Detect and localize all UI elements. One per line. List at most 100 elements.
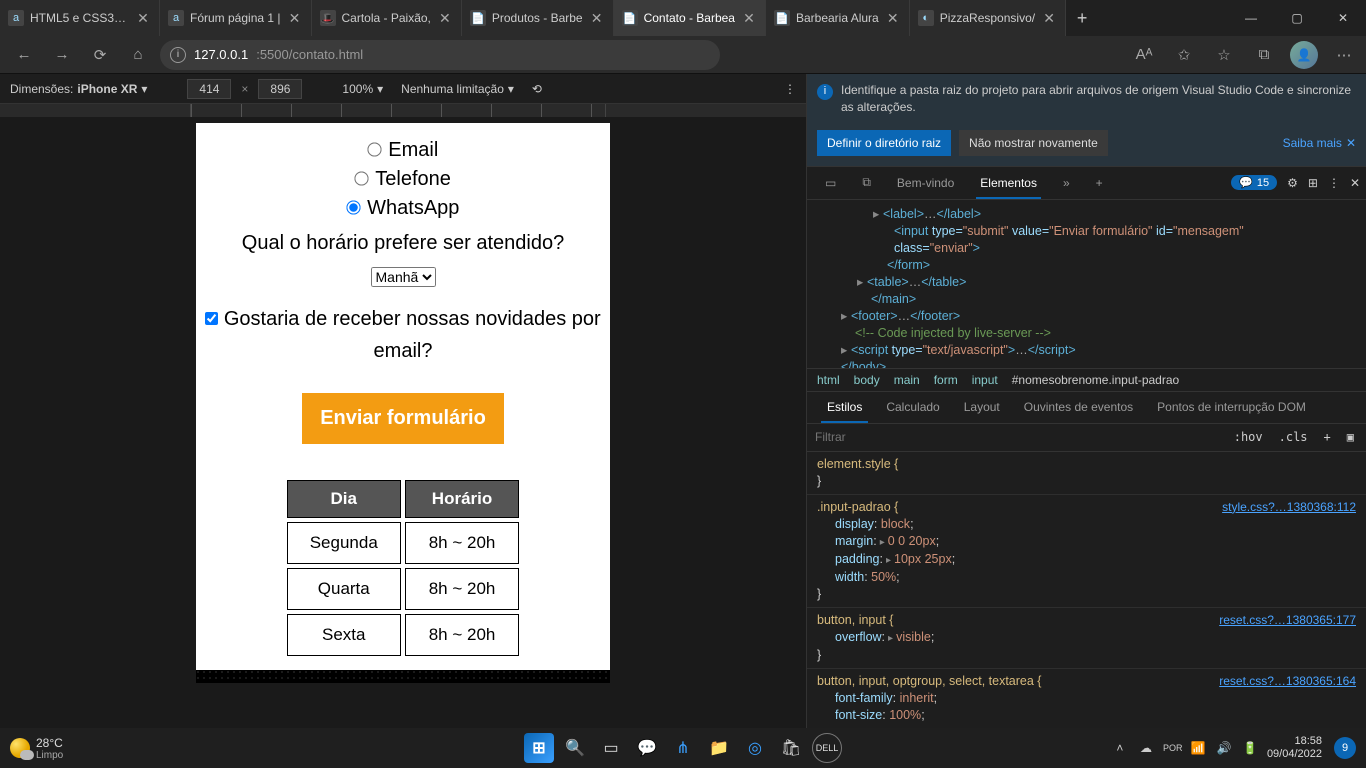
window-close[interactable]: ✕ [1320, 0, 1366, 36]
forward-button[interactable]: → [46, 39, 78, 71]
tab-dom-breakpoints[interactable]: Pontos de interrupção DOM [1145, 392, 1318, 423]
device-toolbar: Dimensões: iPhone XR ▾ × 100% ▾ Nenhuma … [0, 74, 806, 104]
chat-icon[interactable]: 💬 [632, 733, 662, 763]
box-model-icon[interactable]: ▣ [1343, 428, 1358, 446]
file-explorer-icon[interactable]: 📁 [704, 733, 734, 763]
learn-more-link[interactable]: Saiba mais✕ [1283, 136, 1356, 150]
reload-button[interactable]: ⟳ [84, 39, 116, 71]
close-icon[interactable]: ✕ [589, 10, 605, 26]
collections-icon[interactable]: ⧉ [1250, 41, 1278, 69]
back-button[interactable]: ← [8, 39, 40, 71]
home-button[interactable]: ⌂ [122, 39, 154, 71]
close-icon[interactable]: ✕ [135, 10, 151, 26]
rotate-icon[interactable]: ⟲ [532, 82, 542, 96]
store-icon[interactable]: 🛍 [776, 733, 806, 763]
time-select[interactable]: Manhã [371, 267, 436, 287]
vscode-icon[interactable]: ⋔ [668, 733, 698, 763]
favorites-icon[interactable]: ☆ [1210, 41, 1238, 69]
language-icon[interactable]: POR [1163, 743, 1181, 753]
device-more-icon[interactable]: ⋮ [784, 82, 796, 96]
tab-forum[interactable]: aFórum página 1 |✕ [160, 0, 312, 36]
clock[interactable]: 18:58 09/04/2022 [1267, 735, 1322, 761]
tab-contato[interactable]: 📄Contato - Barbea✕ [614, 0, 766, 36]
settings-icon[interactable]: ⚙ [1287, 176, 1298, 190]
source-link[interactable]: reset.css?…1380365:164 [1219, 673, 1356, 690]
close-icon[interactable]: ✕ [1041, 10, 1057, 26]
radio-telefone[interactable]: Telefone [204, 168, 602, 191]
chevron-down-icon: ▾ [508, 82, 514, 96]
star-outline-icon[interactable]: ✩ [1170, 41, 1198, 69]
css-rules[interactable]: element.style { } style.css?…1380368:112… [807, 452, 1366, 728]
notification-badge[interactable]: 9 [1334, 737, 1356, 759]
dell-icon[interactable]: DELL [812, 733, 842, 763]
url-field[interactable]: i 127.0.0.1 :5500/contato.html [160, 40, 720, 70]
close-icon[interactable]: ✕ [1346, 136, 1356, 150]
tab-computed[interactable]: Calculado [874, 392, 951, 423]
inspect-icon[interactable]: ▭ [813, 167, 848, 199]
task-view-icon[interactable]: ▭ [596, 733, 626, 763]
tab-produtos[interactable]: 📄Produtos - Barbe✕ [462, 0, 614, 36]
th-horario: Horário [405, 480, 519, 518]
system-tray[interactable]: ˄ ☁ POR 📶 🔊 🔋 18:58 09/04/2022 9 [1111, 735, 1356, 761]
search-icon[interactable]: 🔍 [560, 733, 590, 763]
dom-breadcrumb[interactable]: htmlbodymainforminput#nomesobrenome.inpu… [807, 368, 1366, 392]
close-icon[interactable]: ✕ [741, 10, 757, 26]
radio-email[interactable]: Email [204, 139, 602, 162]
close-icon[interactable]: ✕ [287, 10, 303, 26]
throttling-select[interactable]: Nenhuma limitação ▾ [393, 79, 522, 99]
tab-more-icon[interactable]: » [1051, 167, 1082, 199]
read-aloud-icon[interactable]: Aᴬ [1130, 41, 1158, 69]
tab-elements[interactable]: Elementos [968, 167, 1049, 199]
onedrive-icon[interactable]: ☁ [1137, 741, 1155, 755]
device-dimensions-select[interactable]: Dimensões: iPhone XR ▾ [10, 82, 147, 96]
chevron-down-icon: ▾ [141, 82, 147, 96]
cls-toggle[interactable]: .cls [1275, 428, 1312, 446]
tab-layout[interactable]: Layout [952, 392, 1012, 423]
tab-html5[interactable]: aHTML5 e CSS3 pa✕ [0, 0, 160, 36]
close-icon[interactable]: ✕ [437, 10, 453, 26]
chevron-up-icon[interactable]: ˄ [1111, 741, 1129, 755]
issues-badge[interactable]: 💬 15 [1231, 175, 1277, 190]
dom-tree[interactable]: ▸<label>…</label> <input type="submit" v… [807, 200, 1366, 368]
radio-whatsapp[interactable]: WhatsApp [204, 197, 602, 220]
weather-widget[interactable]: 28°C Limpo [10, 736, 63, 761]
battery-icon[interactable]: 🔋 [1241, 741, 1259, 755]
more-icon[interactable]: ⋯ [1330, 41, 1358, 69]
window-maximize[interactable]: ▢ [1274, 0, 1320, 36]
device-width-input[interactable] [187, 79, 231, 99]
tab-cartola[interactable]: 🎩Cartola - Paixão,✕ [312, 0, 462, 36]
browser-tab-strip: aHTML5 e CSS3 pa✕ aFórum página 1 |✕ 🎩Ca… [0, 0, 1366, 36]
styles-filter-input[interactable] [815, 430, 1222, 444]
responsive-icon[interactable]: ⧉ [850, 167, 883, 199]
source-link[interactable]: reset.css?…1380365:177 [1219, 612, 1356, 629]
volume-icon[interactable]: 🔊 [1215, 741, 1233, 755]
device-height-input[interactable] [258, 79, 302, 99]
profile-avatar[interactable]: 👤 [1290, 41, 1318, 69]
edge-icon[interactable]: ◎ [740, 733, 770, 763]
zoom-select[interactable]: 100% ▾ [342, 82, 383, 96]
window-minimize[interactable]: — [1228, 0, 1274, 36]
add-tab-icon[interactable]: + [1084, 167, 1115, 199]
more-icon[interactable]: ⋮ [1328, 176, 1340, 190]
tab-styles[interactable]: Estilos [815, 392, 874, 423]
source-link[interactable]: style.css?…1380368:112 [1222, 499, 1356, 516]
define-root-button[interactable]: Definir o diretório raiz [817, 130, 951, 156]
tab-event-listeners[interactable]: Ouvintes de eventos [1012, 392, 1145, 423]
tab-welcome[interactable]: Bem-vindo [885, 167, 966, 199]
newsletter-checkbox[interactable]: Gostaria de receber nossas novidades por… [204, 303, 602, 367]
close-icon[interactable]: ✕ [885, 10, 901, 26]
close-icon[interactable]: ✕ [1350, 176, 1360, 190]
new-tab-button[interactable]: + [1066, 0, 1098, 36]
tab-barbearia[interactable]: 📄Barbearia Alura✕ [766, 0, 910, 36]
new-rule-icon[interactable]: + [1320, 428, 1335, 446]
dock-icon[interactable]: ⊞ [1308, 176, 1318, 190]
dismiss-button[interactable]: Não mostrar novamente [959, 130, 1108, 156]
hov-toggle[interactable]: :hov [1230, 428, 1267, 446]
url-rest: :5500/contato.html [256, 47, 363, 62]
wifi-icon[interactable]: 📶 [1189, 741, 1207, 755]
tab-pizza[interactable]: ◐PizzaResponsivo/✕ [910, 0, 1066, 36]
site-info-icon[interactable]: i [170, 47, 186, 63]
url-host: 127.0.0.1 [194, 47, 248, 62]
submit-button[interactable]: Enviar formulário [302, 393, 504, 444]
start-button[interactable]: ⊞ [524, 733, 554, 763]
